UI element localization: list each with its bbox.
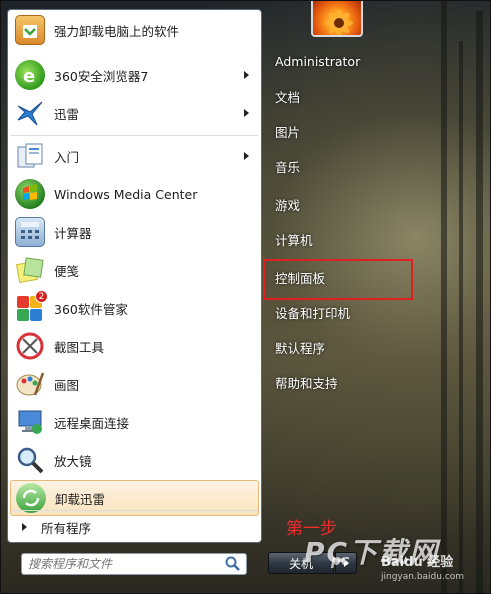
right-item-label: 文档 [275,89,301,105]
search-icon[interactable] [224,555,242,573]
wallpaper-tree [476,11,483,594]
program-label: 360安全浏览器7 [54,68,149,84]
program-item[interactable]: 2 360软件管家 [10,290,259,326]
program-label: 便笺 [54,263,80,279]
program-label: 360软件管家 [54,301,128,317]
all-programs-label: 所有程序 [41,520,92,536]
music-link[interactable]: 音乐 [269,152,409,180]
program-item[interactable]: 入门 [10,138,259,174]
start-menu: 强力卸载电脑上的软件 e 360安全浏览器7 迅雷 入门 Windows Med… [0,0,491,594]
right-item-label: 默认程序 [275,340,326,356]
right-item-label: 游戏 [275,197,301,213]
uninstall-thunder-icon [16,483,46,513]
program-label: 计算器 [54,225,92,241]
devices-printers-link[interactable]: 设备和打印机 [269,298,409,326]
search-area [7,543,262,587]
program-label: 放大镜 [54,453,92,469]
program-item[interactable]: e 360安全浏览器7 [10,57,259,93]
calculator-icon [15,217,45,247]
program-item[interactable]: 强力卸载电脑上的软件 [10,12,259,48]
getting-started-icon [15,141,45,171]
expand-arrow-icon [22,523,27,531]
magnifier-icon [15,445,45,475]
search-input[interactable] [22,557,224,571]
right-item-label: 计算机 [275,232,313,248]
snipping-tool-icon [15,331,45,361]
wallpaper-tree [459,41,463,594]
program-label: 入门 [54,149,80,165]
watermark-baidu: Baidu 经验 [381,555,454,570]
watermark-url: jingyan.baidu.com [381,572,465,582]
search-box[interactable] [21,553,247,575]
separator [11,510,258,511]
right-item-label: 帮助和支持 [275,375,338,391]
software-manager-360-icon: 2 [15,290,48,323]
user-avatar[interactable] [311,1,363,37]
default-programs-link[interactable]: 默认程序 [269,333,409,361]
program-item[interactable]: 截图工具 [10,328,259,364]
program-label: 截图工具 [54,339,105,355]
uninstall-icon [15,15,45,45]
right-item-label: Administrator [275,53,361,69]
submenu-arrow-icon[interactable] [244,109,249,117]
pictures-link[interactable]: 图片 [269,117,409,145]
wallpaper-tree [441,1,447,594]
program-label: 远程桌面连接 [54,415,130,431]
program-label: 画图 [54,377,80,393]
browser-360-icon: e [15,60,45,90]
media-center-icon [15,179,45,209]
annotation-highlight-box [263,259,413,300]
thunder-icon [15,98,45,128]
remote-desktop-icon [15,407,45,437]
program-label: 迅雷 [54,106,80,122]
program-item[interactable]: 便笺 [10,252,259,288]
program-label: 强力卸载电脑上的软件 [54,23,180,39]
right-item-label: 图片 [275,124,301,140]
right-item-label: 音乐 [275,159,301,175]
program-item[interactable]: Windows Media Center [10,176,259,212]
paint-icon [15,369,45,399]
program-item[interactable]: 迅雷 [10,95,259,131]
program-label: 卸载迅雷 [55,491,106,507]
svg-text:e: e [23,66,35,87]
submenu-arrow-icon[interactable] [244,71,249,79]
program-item[interactable]: 放大镜 [10,442,259,478]
program-item[interactable]: 远程桌面连接 [10,404,259,440]
separator [11,135,258,136]
user-name-link[interactable]: Administrator [269,47,409,75]
flower-icon [325,9,353,35]
help-support-link[interactable]: 帮助和支持 [269,368,409,396]
computer-link[interactable]: 计算机 [269,225,409,253]
right-item-label: 设备和打印机 [275,305,351,321]
program-label: Windows Media Center [54,186,198,202]
program-item[interactable]: 画图 [10,366,259,402]
sticky-notes-icon [15,255,45,285]
all-programs-button[interactable]: 所有程序 [10,514,259,540]
submenu-arrow-icon[interactable] [244,152,249,160]
programs-panel: 强力卸载电脑上的软件 e 360安全浏览器7 迅雷 入门 Windows Med… [7,9,262,543]
program-item[interactable]: 计算器 [10,214,259,250]
documents-link[interactable]: 文档 [269,82,409,110]
watermark-sub: pc [331,553,350,569]
games-link[interactable]: 游戏 [269,190,409,218]
notification-badge: 2 [35,290,48,303]
